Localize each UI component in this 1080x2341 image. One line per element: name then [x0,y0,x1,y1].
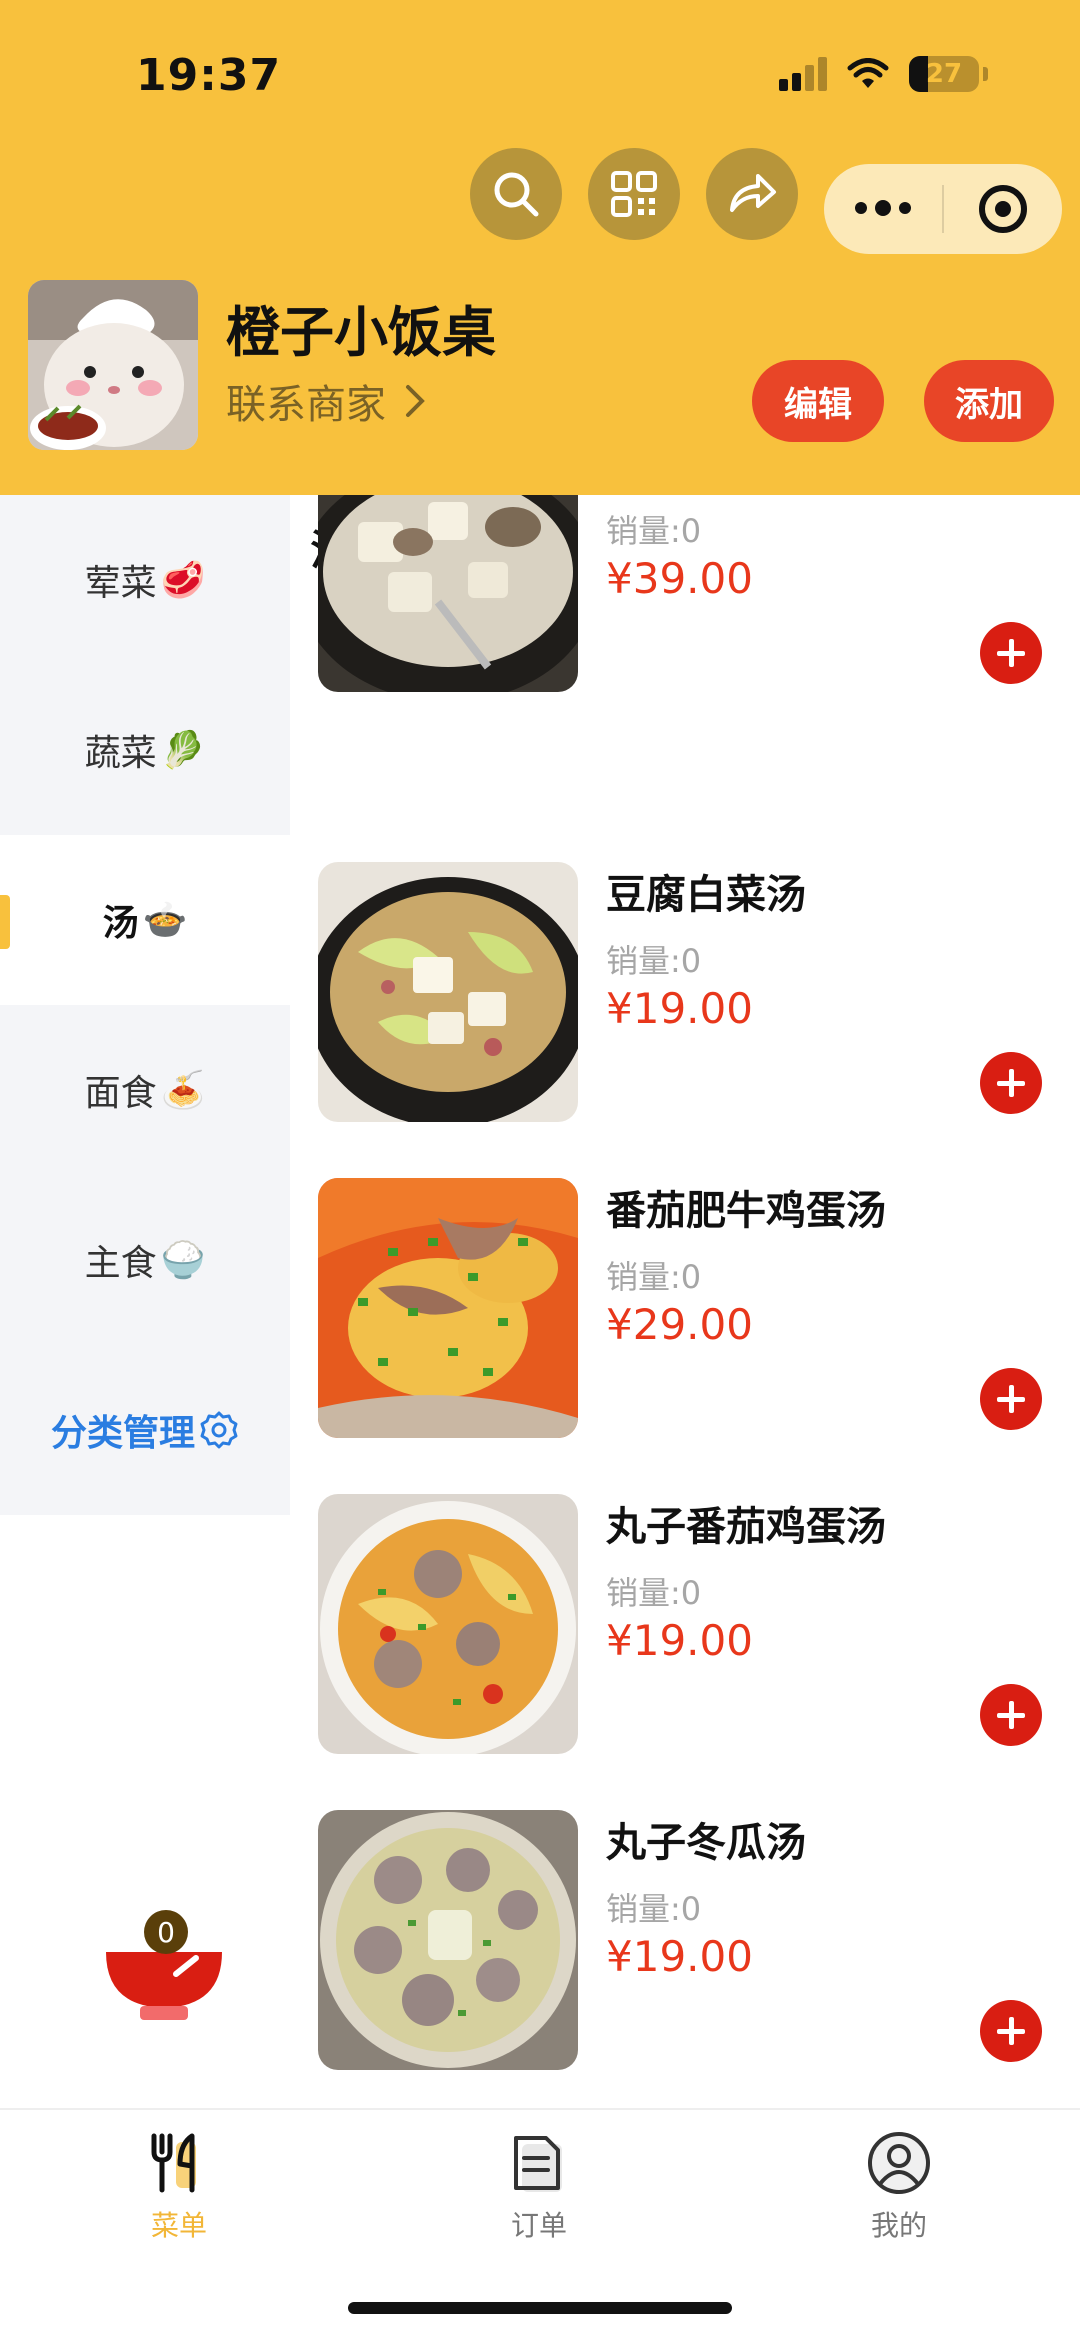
dish-list: 汤 🍲 销量:0 ¥39.00 [290,495,1080,2110]
target-icon [979,185,1027,233]
dish-photo [318,495,578,692]
cellular-signal-icon [779,57,827,91]
category-item-staple[interactable]: 主食 🍚 [0,1175,290,1345]
tab-orders[interactable]: 订单 [439,2130,639,2244]
battery-level: 27 [925,59,963,89]
dish-name: 番茄肥牛鸡蛋汤 [606,1188,886,1234]
search-icon [494,172,539,217]
soup-bowl-icon: 🍲 [142,900,188,941]
dish-price: ¥19.00 [606,1932,753,1981]
header: 19:37 27 橙子小饭桌 联系商家 编辑 添加 [0,0,1080,495]
contact-merchant-link[interactable]: 联系商家 [226,372,426,430]
search-button[interactable] [470,148,562,240]
home-indicator[interactable] [348,2302,732,2314]
dish-price: ¥19.00 [606,1616,753,1665]
leafy-green-icon: 🥬 [160,730,206,771]
chevron-right-icon [406,385,425,417]
dish-photo [318,862,578,1122]
category-label: 主食 [84,1243,157,1284]
tab-label: 菜单 [150,2209,207,2242]
miniprogram-capsule [824,164,1062,254]
category-manage-button[interactable]: 分类管理 [0,1345,290,1515]
dish-name: 丸子冬瓜汤 [606,1820,806,1866]
dish-card[interactable]: 丸子冬瓜汤 销量:0 ¥19.00 [318,1810,1058,2070]
category-item-meat[interactable]: 荤菜 🥩 [0,495,290,665]
profile-icon [868,2132,930,2194]
dish-photo [318,1178,578,1438]
dish-photo [318,1810,578,2070]
status-time: 19:37 [136,50,282,101]
add-to-cart-button[interactable] [980,1684,1042,1746]
category-label: 荤菜 [84,563,157,604]
add-to-cart-button[interactable] [980,2000,1042,2062]
contact-merchant-label: 联系商家 [226,382,386,428]
more-options-button[interactable] [824,200,942,216]
hamster-avatar-image [28,280,198,450]
shop-name: 橙子小饭桌 [226,301,496,364]
dish-photo [318,1494,578,1754]
dish-card[interactable]: 销量:0 ¥39.00 [318,495,1058,692]
dish-name: 豆腐白菜汤 [606,872,806,918]
share-icon [730,174,776,212]
spaghetti-icon: 🍝 [160,1070,206,1111]
close-miniprogram-button[interactable] [944,185,1062,233]
dish-sales: 销量:0 [606,1890,702,1928]
add-to-cart-button[interactable] [980,622,1042,684]
add-button[interactable]: 添加 [924,360,1054,442]
more-dots-icon [855,202,867,214]
category-label: 面食 [84,1073,157,1114]
dish-card[interactable]: 豆腐白菜汤 销量:0 ¥19.00 [318,862,1058,1122]
dish-price: ¥19.00 [606,984,753,1033]
dish-card[interactable]: 丸子番茄鸡蛋汤 销量:0 ¥19.00 [318,1494,1058,1754]
add-to-cart-button[interactable] [980,1052,1042,1114]
tab-profile[interactable]: 我的 [799,2130,999,2244]
qr-code-icon [611,171,657,217]
gear-icon [200,1411,238,1449]
edit-button[interactable]: 编辑 [752,360,884,442]
dish-name: 丸子番茄鸡蛋汤 [606,1504,886,1550]
category-label: 汤 [102,903,139,944]
dish-sales: 销量:0 [606,1574,702,1612]
rice-bowl-icon: 🍚 [160,1240,206,1281]
dish-price: ¥29.00 [606,1300,753,1349]
wifi-icon [847,58,889,88]
dish-card[interactable]: 番茄肥牛鸡蛋汤 销量:0 ¥29.00 [318,1178,1058,1438]
qr-code-button[interactable] [588,148,680,240]
category-manage-label: 分类管理 [50,1413,195,1454]
cart-button[interactable]: 0 [104,1910,224,2030]
dish-sales: 销量:0 [606,942,702,980]
share-button[interactable] [706,148,798,240]
dish-sales: 销量:0 [606,1258,702,1296]
battery-icon: 27 [909,56,979,92]
category-label: 蔬菜 [84,733,157,774]
order-document-icon [514,2136,562,2192]
category-sidebar: 荤菜 🥩 蔬菜 🥬 汤 🍲 面食 🍝 主食 🍚 分类管理 [0,495,290,1515]
add-to-cart-button[interactable] [980,1368,1042,1430]
cart-count-badge: 0 [144,1910,188,1954]
tab-menu[interactable]: 菜单 [79,2130,279,2244]
category-item-soup[interactable]: 汤 🍲 [0,835,290,1005]
dish-price: ¥39.00 [606,554,753,603]
category-item-noodles[interactable]: 面食 🍝 [0,1005,290,1175]
status-icons: 27 [779,56,988,92]
meat-icon: 🥩 [160,560,206,601]
fork-knife-icon [151,2133,196,2193]
category-item-vegetable[interactable]: 蔬菜 🥬 [0,665,290,835]
dish-sales: 销量:0 [606,512,702,550]
tab-label: 我的 [870,2209,927,2242]
tab-label: 订单 [510,2209,567,2242]
shop-avatar [28,280,198,450]
